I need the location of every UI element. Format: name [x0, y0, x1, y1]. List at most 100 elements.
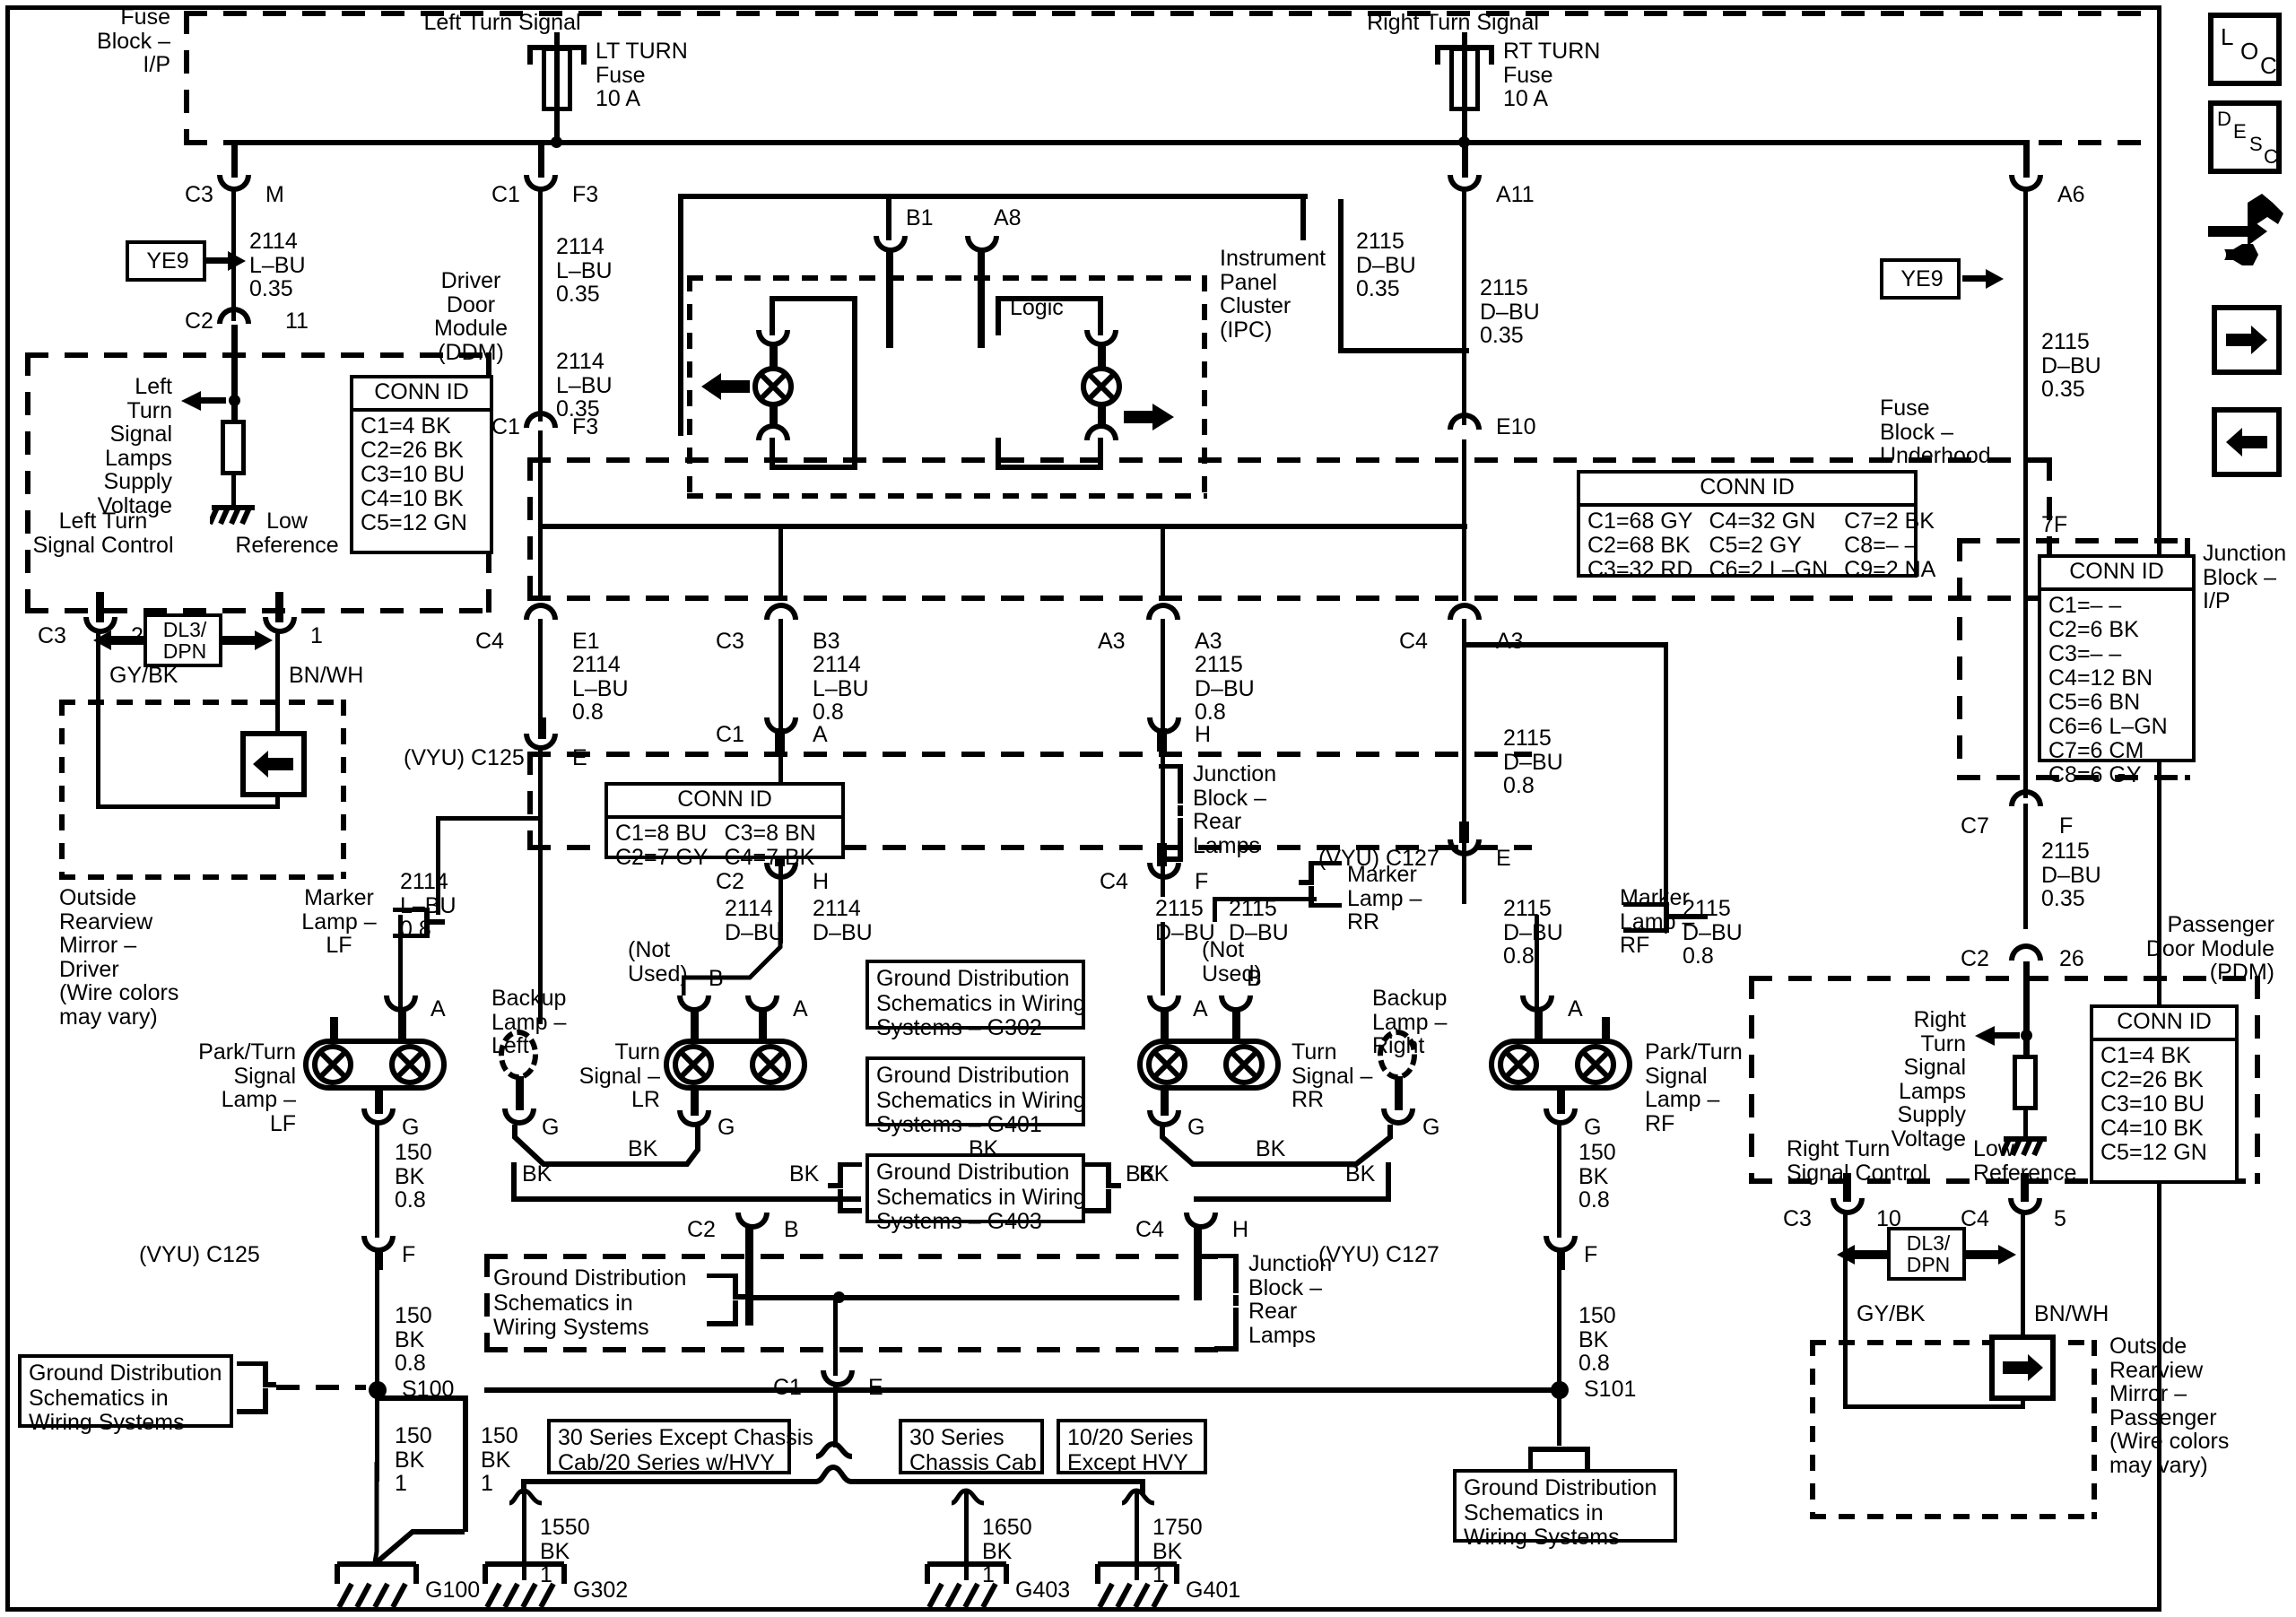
ipc-2115-leg — [1338, 199, 1344, 353]
ddm-label: Driver Door Module (DDM) — [434, 268, 508, 365]
terminal-c3-label: C3 — [185, 182, 213, 207]
dl3-dpn-left-box[interactable]: DL3/ DPN — [144, 613, 222, 667]
terminal-c3-b3-p: B3 — [813, 629, 840, 654]
lr-a-down — [778, 922, 783, 943]
terminal-7f-label: 7F — [2041, 512, 2068, 537]
ptrf-right-stem — [1602, 1017, 1610, 1040]
right-turn-control-label: Right Turn Signal Control — [1787, 1136, 1928, 1186]
bk-label-1: BK — [628, 1136, 658, 1161]
ground-dist-g403-box[interactable]: Ground Distribution Schematics in Wiring… — [865, 1153, 1085, 1234]
ipc-a8-feed — [976, 194, 1308, 199]
marker-rr-leg — [1213, 897, 1217, 922]
jbrl-bracket-low — [1214, 1254, 1239, 1352]
ipc-right-ind-bot-leg — [1098, 438, 1103, 468]
terminal-c2-26-c: C2 — [1961, 946, 1989, 971]
ground-g302-icon — [483, 1561, 567, 1609]
ye9-right-box[interactable]: YE9 — [1880, 258, 1961, 300]
terminal-a11-label: A11 — [1496, 182, 1535, 207]
jbip-boundary-top — [1957, 538, 2190, 543]
ground-dist-g302-box[interactable]: Ground Distribution Schematics in Wiring… — [865, 960, 1085, 1040]
jbrl-conn-id-box: CONN ID C1=8 BU C2=7 GY C3=8 BN C4=7 BK — [604, 782, 845, 870]
g403-link-wire — [511, 1196, 861, 1202]
bus-junction-left — [551, 136, 562, 148]
left-fuse-cap-left — [527, 45, 533, 65]
ye9-right-arrow-icon — [1962, 269, 2004, 289]
mirror-driver-boundary-top — [59, 700, 346, 705]
c2b-down — [745, 1227, 753, 1326]
pdm-label: Passenger Door Module (PDM) — [2145, 912, 2274, 985]
terminal-e10-label: E10 — [1496, 414, 1536, 439]
mirror-driver-arrow-box[interactable] — [240, 731, 307, 797]
backup-right-stem — [1395, 1076, 1403, 1110]
g302-branch-squiggle — [509, 1488, 543, 1506]
c125-label-a: (VYU) C125 — [404, 745, 525, 770]
ground-dist-g401-box[interactable]: Ground Distribution Schematics in Wiring… — [865, 1056, 1085, 1137]
terminal-c1-a-p: A — [813, 722, 828, 747]
loc-letter-l: L — [2221, 23, 2234, 50]
ground-dist-box-mid[interactable]: Ground Distribution Schematics in Wiring… — [493, 1265, 705, 1340]
c1e-up-wire — [833, 1295, 838, 1376]
dl3-dpn-right-box[interactable]: DL3/ DPN — [1887, 1227, 1966, 1281]
mirror-pass-loop — [1843, 1404, 2025, 1409]
hleft-thick-top — [1157, 728, 1167, 752]
ground-dist-box-right[interactable]: Ground Distribution Schematics in Wiring… — [1453, 1469, 1677, 1550]
desc-letter-s: S — [2249, 133, 2263, 155]
ground-dist-left-dashline — [276, 1385, 366, 1390]
terminal-c7-p: F — [2059, 813, 2074, 839]
terminal-ptlf-g: G — [402, 1115, 420, 1140]
turn-lamp-lr-a — [673, 1044, 714, 1085]
wire-c4e1-down — [538, 619, 543, 726]
series-note-1020: 10/20 Series Except HVY — [1057, 1419, 1207, 1474]
ipc-left-ind-right-leg — [852, 296, 857, 395]
c127f-down — [1557, 1266, 1561, 1394]
jbip-conn-id-list: C1=– – C2=6 BK C3=– – C4=12 BN C5=6 BN C6=6 L… — [2048, 593, 2168, 787]
terminal-c1-f3-bot-c: C1 — [491, 414, 520, 439]
fbu-conn-col1: C1=68 GY C2=68 BK C3=32 RD — [1587, 509, 1693, 582]
left-turn-control-label: Left Turn Signal Control — [32, 509, 174, 558]
rr-left-stem — [1161, 1008, 1169, 1040]
ipc-boundary-right — [1202, 275, 1207, 500]
wire-g6-label: 150 BK 1 — [481, 1423, 518, 1496]
bk-label-7: BK — [1345, 1161, 1376, 1187]
loc-letter-o: O — [2240, 38, 2259, 65]
ipc-feed-left-leg — [678, 194, 683, 436]
ground-g401-label: G401 — [1186, 1578, 1241, 1603]
ye9-left-box[interactable]: YE9 — [126, 240, 206, 282]
left-fuse-cap-right — [581, 45, 587, 65]
terminal-lr-a: A — [793, 996, 808, 1021]
terminal-c7-c: C7 — [1961, 813, 1989, 839]
terminal-c2-26-p: 26 — [2059, 946, 2084, 971]
dl3-right-arrow-icon — [222, 630, 273, 650]
gybk-right-label: GY/BK — [1857, 1301, 1926, 1326]
jbip-label: Junction Block – I/P — [2203, 541, 2287, 613]
right-fuse-cap-left — [1435, 45, 1440, 65]
ground-dist-box-left[interactable]: Ground Distribution Schematics in Wiring… — [18, 1354, 233, 1435]
wire-g3-label: 150 BK 0.8 — [395, 1303, 432, 1376]
c127-label-b: (VYU) C127 — [1318, 1242, 1439, 1267]
hand-wrench-icon[interactable] — [2203, 190, 2287, 280]
fbu-boundary-top — [527, 457, 2052, 463]
drop-a11 — [1462, 140, 1468, 178]
mirror-pass-arrow-box[interactable] — [1989, 1334, 2056, 1401]
b1-drop — [886, 249, 893, 348]
terminal-c2-11-p: 11 — [285, 309, 309, 334]
drop-c3m — [231, 140, 238, 178]
terminal-c4-h-p: H — [1232, 1217, 1249, 1242]
loc-button[interactable]: L O C — [2208, 13, 2282, 86]
c125f-down — [375, 1266, 379, 1482]
mirror-driver-boundary-bottom — [59, 874, 346, 880]
fbu-conn-col3: C7=2 BK C8=– – C9=2 NA — [1844, 509, 1936, 582]
ddm-supply-junction — [229, 395, 240, 406]
rr-a-leg — [1161, 922, 1165, 995]
ddm-conn-id-box: CONN ID C1=4 BK C2=26 BK C3=10 BU C4=10 BK C… — [350, 375, 493, 554]
ptrf-ground-wire — [1557, 1121, 1561, 1238]
drop-a6 — [2023, 140, 2030, 178]
prev-button[interactable] — [2212, 407, 2282, 477]
next-button[interactable] — [2212, 305, 2282, 375]
right-supply-arrow-icon — [1975, 1026, 2020, 1046]
c1a-thick-top — [775, 728, 785, 752]
series-note-30-chassis: 30 Series Chassis Cab — [899, 1419, 1044, 1474]
pdm-boundary-left — [1749, 976, 1754, 1184]
connector-c3-b3 — [764, 603, 798, 620]
desc-button[interactable]: D E S C — [2208, 100, 2282, 174]
